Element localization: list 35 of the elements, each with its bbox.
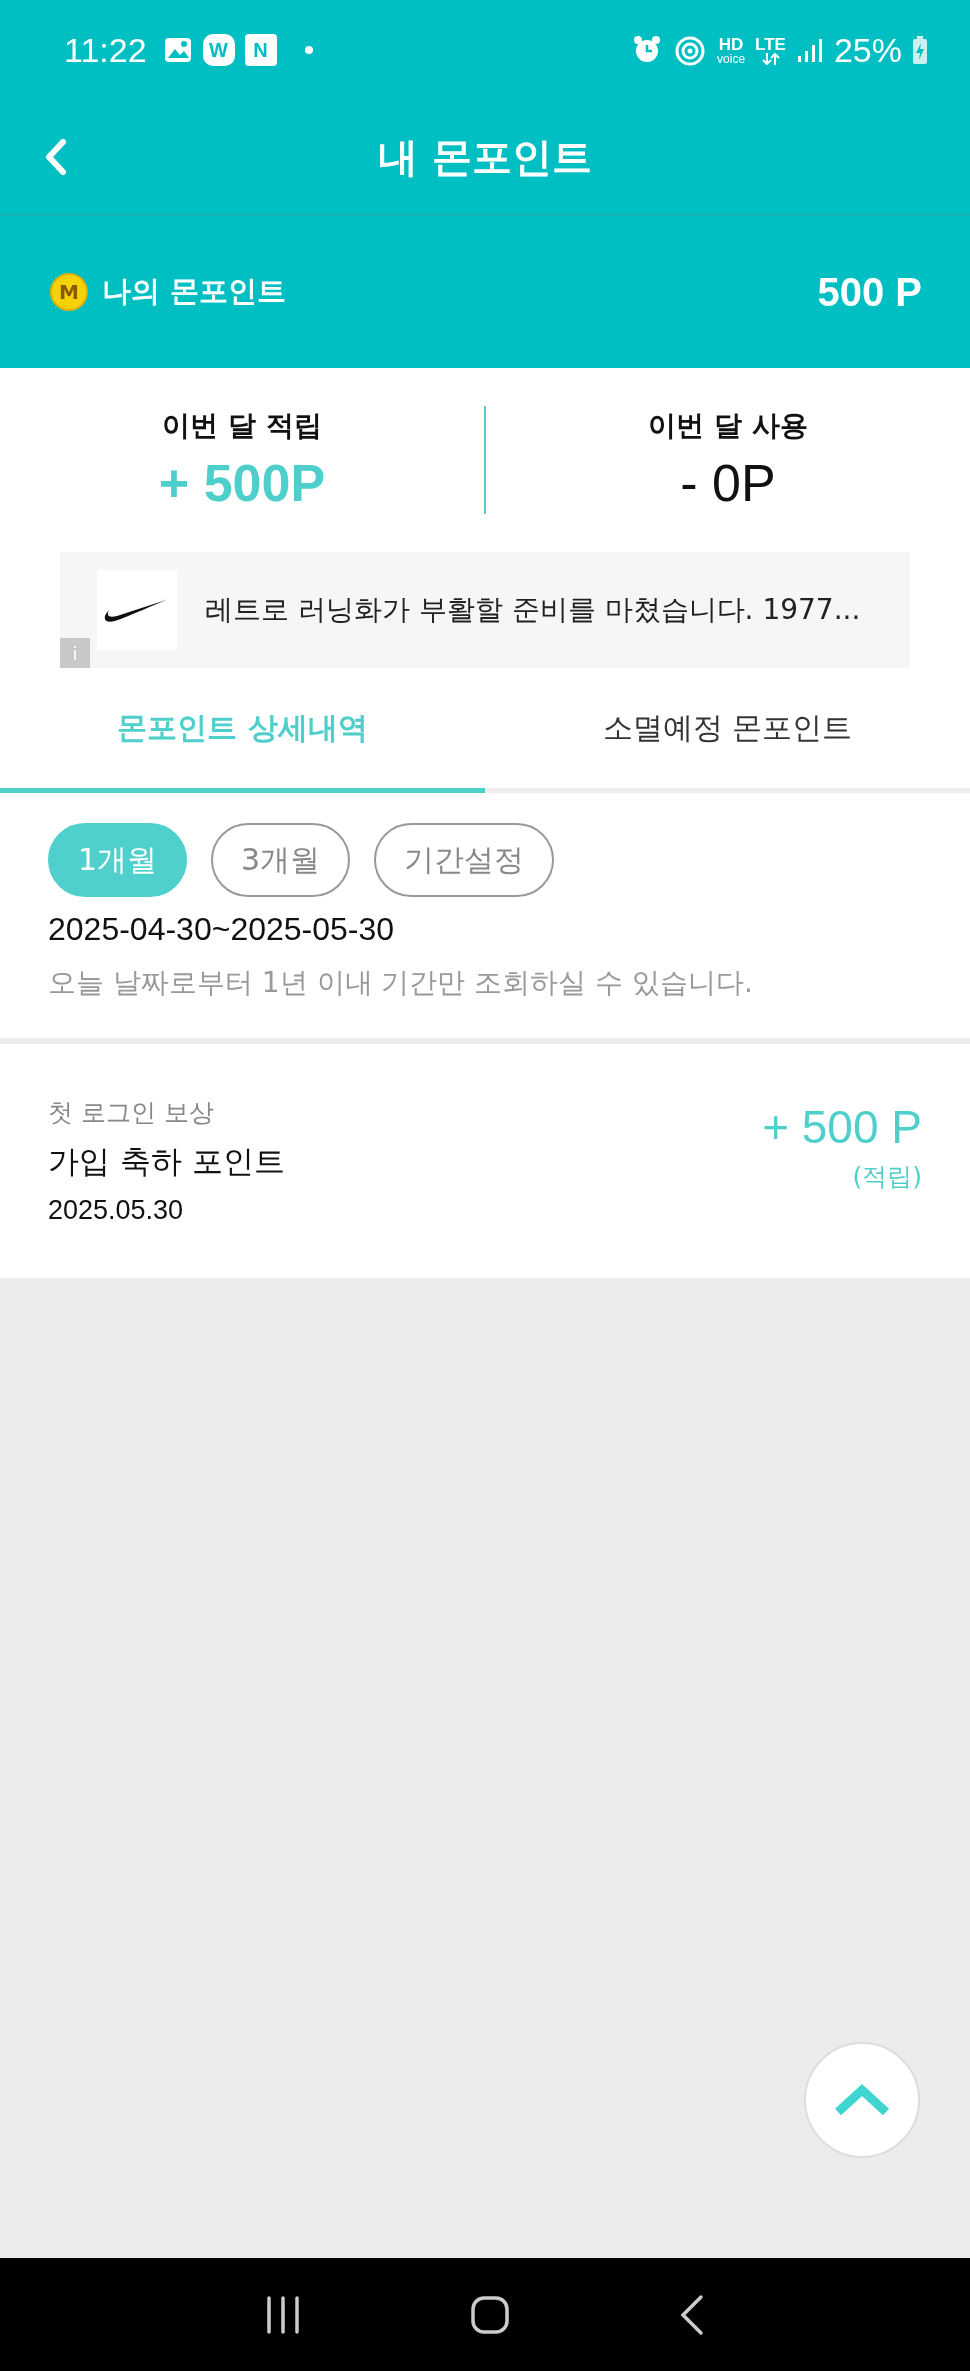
summary-value: - 0P [680,453,776,513]
swoosh-icon [103,596,171,624]
period-chip[interactable]: 3개월 [211,823,351,897]
signal-icon [795,36,824,64]
period-chip[interactable]: 기간설정 [374,823,555,897]
notification-dot [304,46,313,54]
data-arrows-icon [761,52,780,65]
summary-value: + 500P [158,453,326,513]
status-time: 11:22 [64,30,147,70]
entry-title: 가입 축하 포인트 [48,1142,285,1181]
entry-date: 2025.05.30 [48,1195,185,1226]
my-points-label: 나의 몬포인트 [102,273,287,310]
lte-indicator: LTE [755,35,786,65]
page-title: 내 몬포인트 [378,132,592,182]
notification-badge: N [244,34,277,66]
summary-label: 이번 달 적립 [162,408,322,444]
entry-category: 첫 로그인 보상 [48,1097,215,1129]
ad-text: 레트로 러닝화가 부활할 준비를 마쳤습니다. 1977... [205,592,861,628]
notice-text: 오늘 날짜로부터 1년 이내 기간만 조회하실 수 있습니다. [48,965,755,1001]
back-nav-icon[interactable] [679,2293,706,2336]
notification-badge: W [202,34,235,66]
image-icon [162,36,193,64]
summary-label: 이번 달 사용 [648,408,808,444]
coin-icon: M [50,273,88,311]
my-points-value: 500 P [817,269,922,315]
entry-type: (적립) [852,1160,922,1193]
entry-amount: + 500 P [762,1099,922,1154]
recent-apps-icon[interactable] [264,2294,301,2335]
period-chip[interactable]: 1개월 [48,823,188,897]
battery-percent: 25% [833,30,902,70]
period-range: 2025-04-30~2025-05-30 [48,911,396,948]
home-icon[interactable] [470,2294,510,2335]
hd-voice-indicator: HD voice [717,35,746,65]
battery-charging-icon [912,35,928,65]
chevron-up-icon [832,2082,892,2118]
